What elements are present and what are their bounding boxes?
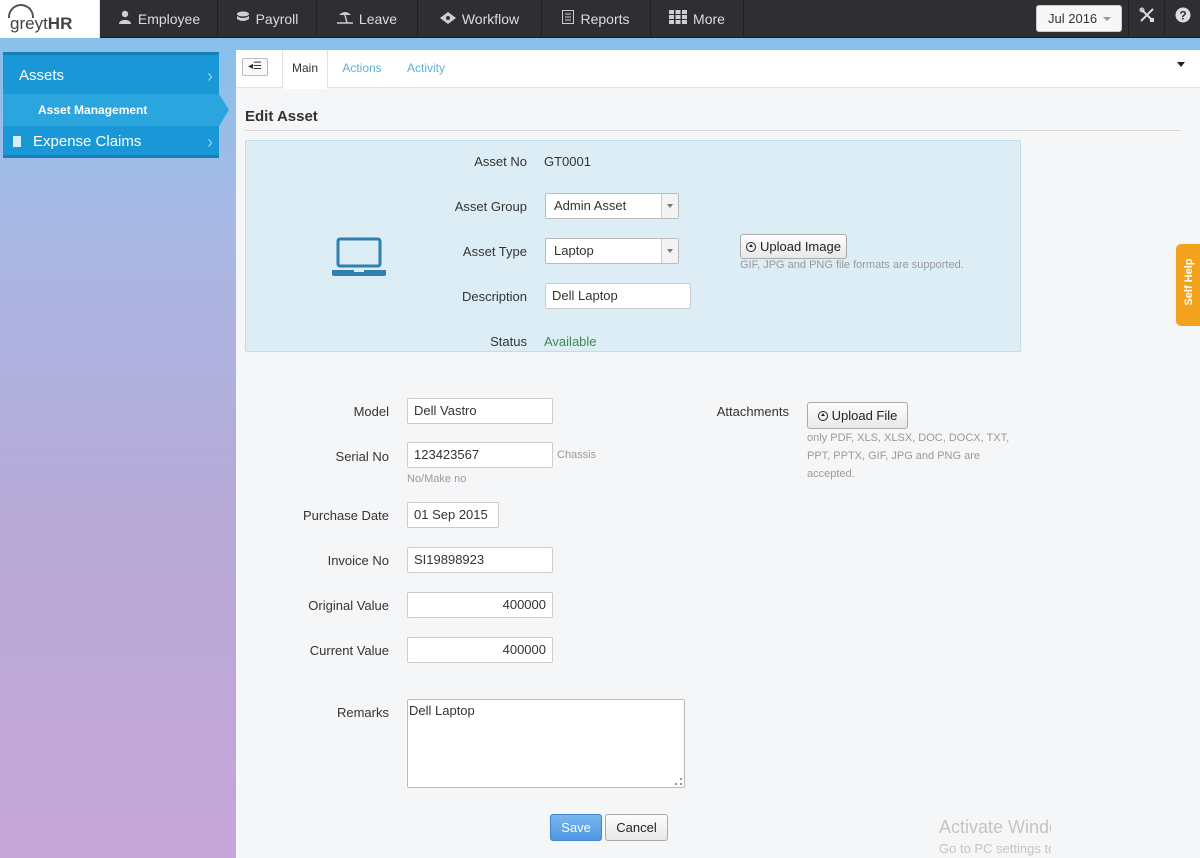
beach-icon bbox=[336, 0, 353, 38]
nav-leave-label: Leave bbox=[358, 11, 398, 27]
attachment-hint-line-3: accepted. bbox=[807, 468, 855, 480]
period-label: Jul 2016 bbox=[1048, 11, 1098, 26]
workflow-icon bbox=[439, 0, 456, 38]
laptop-icon bbox=[332, 237, 386, 276]
upload-file-label: Upload File bbox=[831, 408, 898, 423]
tools-icon[interactable] bbox=[1128, 0, 1164, 38]
self-help-label: Self Help bbox=[1183, 258, 1195, 306]
nav-more-label: More bbox=[693, 11, 725, 27]
user-icon bbox=[118, 0, 132, 38]
self-help-tab[interactable]: Self Help bbox=[1176, 244, 1200, 326]
cancel-button[interactable]: Cancel bbox=[605, 814, 668, 841]
page-title: Edit Asset bbox=[245, 108, 318, 125]
current-value-label: Current Value bbox=[309, 643, 389, 658]
greythr-logo[interactable]: greytHR bbox=[0, 0, 100, 38]
sidebar-item-label: Asset Management bbox=[38, 103, 148, 117]
sidebar-item-label: Assets bbox=[19, 67, 65, 84]
upload-icon bbox=[817, 411, 828, 421]
tab-activity[interactable]: Activity bbox=[400, 50, 452, 88]
svg-text:?: ? bbox=[1179, 9, 1186, 23]
help-icon[interactable]: ? bbox=[1164, 0, 1200, 38]
invoice-no-input[interactable]: SI19898923 bbox=[407, 547, 553, 573]
chevron-down-icon bbox=[661, 194, 678, 218]
nav-payroll-label: Payroll bbox=[255, 11, 299, 27]
attachment-hint-line-1: only PDF, XLS, XLSX, DOC, DOCX, TXT, bbox=[807, 432, 1010, 444]
invoice-no-label: Invoice No bbox=[327, 553, 389, 568]
purchase-date-input[interactable]: 01 Sep 2015 bbox=[407, 502, 499, 528]
chevron-down-icon[interactable] bbox=[1177, 62, 1185, 67]
serial-hint-chassis: Chassis bbox=[557, 449, 597, 461]
nav-payroll[interactable]: Payroll bbox=[218, 0, 317, 38]
purchase-date-label: Purchase Date bbox=[303, 508, 389, 523]
remarks-label: Remarks bbox=[336, 705, 389, 720]
current-value-input[interactable]: 400000 bbox=[407, 637, 553, 663]
asset-no-value: GT0001 bbox=[544, 154, 591, 169]
upload-file-button[interactable]: Upload File bbox=[807, 402, 908, 429]
serial-no-label: Serial No bbox=[335, 449, 389, 464]
nav-workflow[interactable]: Workflow bbox=[418, 0, 542, 38]
description-input[interactable]: Dell Laptop bbox=[545, 283, 691, 309]
asset-no-label: Asset No bbox=[474, 154, 527, 169]
nav-reports[interactable]: Reports bbox=[542, 0, 651, 38]
report-icon bbox=[562, 0, 575, 38]
asset-type-select[interactable]: Laptop bbox=[545, 238, 679, 264]
tab-bar: ◂☰ Main Actions Activity bbox=[236, 50, 1200, 89]
nav-workflow-label: Workflow bbox=[461, 11, 520, 27]
model-label: Model bbox=[353, 404, 389, 419]
nav-reports-label: Reports bbox=[580, 11, 630, 27]
coins-icon bbox=[236, 0, 250, 38]
chevron-down-icon bbox=[1103, 17, 1111, 21]
sidebar-item-label: Expense Claims bbox=[33, 133, 142, 150]
remarks-textarea[interactable]: Dell Laptop bbox=[407, 699, 685, 788]
sidebar-item-assets[interactable]: Assets › bbox=[3, 52, 219, 94]
chevron-down-icon bbox=[661, 239, 678, 263]
upload-image-label: Upload Image bbox=[760, 239, 841, 254]
resize-handle-icon[interactable] bbox=[675, 778, 682, 785]
attachments-label: Attachments bbox=[716, 404, 789, 419]
collapse-sidebar-button[interactable]: ◂☰ bbox=[242, 58, 268, 76]
status-label: Status bbox=[490, 334, 527, 349]
sidebar: Assets › Asset Management Expense Claims… bbox=[3, 52, 229, 158]
original-value-input[interactable]: 400000 bbox=[407, 592, 553, 618]
logo-text: greyt bbox=[10, 14, 48, 33]
watermark-line-2: Go to PC settings to activate Windows. bbox=[939, 841, 1051, 856]
watermark-line-1: Activate Windows bbox=[939, 817, 1051, 837]
model-input[interactable]: Dell Vastro bbox=[407, 398, 553, 424]
upload-icon bbox=[746, 242, 757, 252]
chevron-right-icon: › bbox=[207, 66, 213, 86]
attachment-hint-line-2: PPT, PPTX, GIF, JPG and PNG are bbox=[807, 450, 981, 462]
upload-image-hint: GIF, JPG and PNG file formats are suppor… bbox=[740, 259, 964, 271]
asset-summary-box: Asset No GT0001 Asset Group Admin Asset … bbox=[245, 140, 1021, 352]
main-panel: ◂☰ Main Actions Activity Edit Asset Asse… bbox=[236, 50, 1200, 858]
divider bbox=[245, 130, 1181, 131]
asset-group-select[interactable]: Admin Asset bbox=[545, 193, 679, 219]
save-button[interactable]: Save bbox=[550, 814, 602, 841]
chevron-right-icon: › bbox=[207, 132, 213, 152]
logo-text-bold: HR bbox=[47, 14, 73, 33]
serial-no-input[interactable]: 123423567 bbox=[407, 442, 553, 468]
nav-leave[interactable]: Leave bbox=[317, 0, 418, 38]
remarks-text: Dell Laptop bbox=[409, 703, 475, 718]
nav-employee-label: Employee bbox=[137, 11, 201, 27]
description-label: Description bbox=[461, 289, 527, 304]
period-dropdown[interactable]: Jul 2016 bbox=[1036, 5, 1122, 32]
tab-main[interactable]: Main bbox=[282, 50, 328, 89]
original-value-label: Original Value bbox=[308, 598, 389, 613]
grid-icon bbox=[669, 0, 688, 38]
asset-group-label: Asset Group bbox=[454, 199, 527, 214]
activate-windows-watermark: Activate Windows Go to PC settings to ac… bbox=[939, 816, 1051, 858]
nav-employee[interactable]: Employee bbox=[101, 0, 218, 38]
asset-type-value: Laptop bbox=[554, 243, 594, 258]
nav-more[interactable]: More bbox=[651, 0, 744, 38]
asset-type-label: Asset Type bbox=[462, 244, 527, 259]
asset-group-value: Admin Asset bbox=[554, 198, 627, 213]
top-navbar: greytHR Employee Payroll Leave Workflow … bbox=[0, 0, 1200, 38]
status-value: Available bbox=[544, 334, 597, 349]
serial-hint-make: No/Make no bbox=[407, 473, 467, 485]
sidebar-item-asset-management[interactable]: Asset Management bbox=[3, 94, 229, 126]
tab-actions[interactable]: Actions bbox=[336, 50, 388, 88]
sidebar-item-expense-claims[interactable]: Expense Claims › bbox=[3, 126, 219, 158]
document-icon bbox=[13, 136, 21, 147]
